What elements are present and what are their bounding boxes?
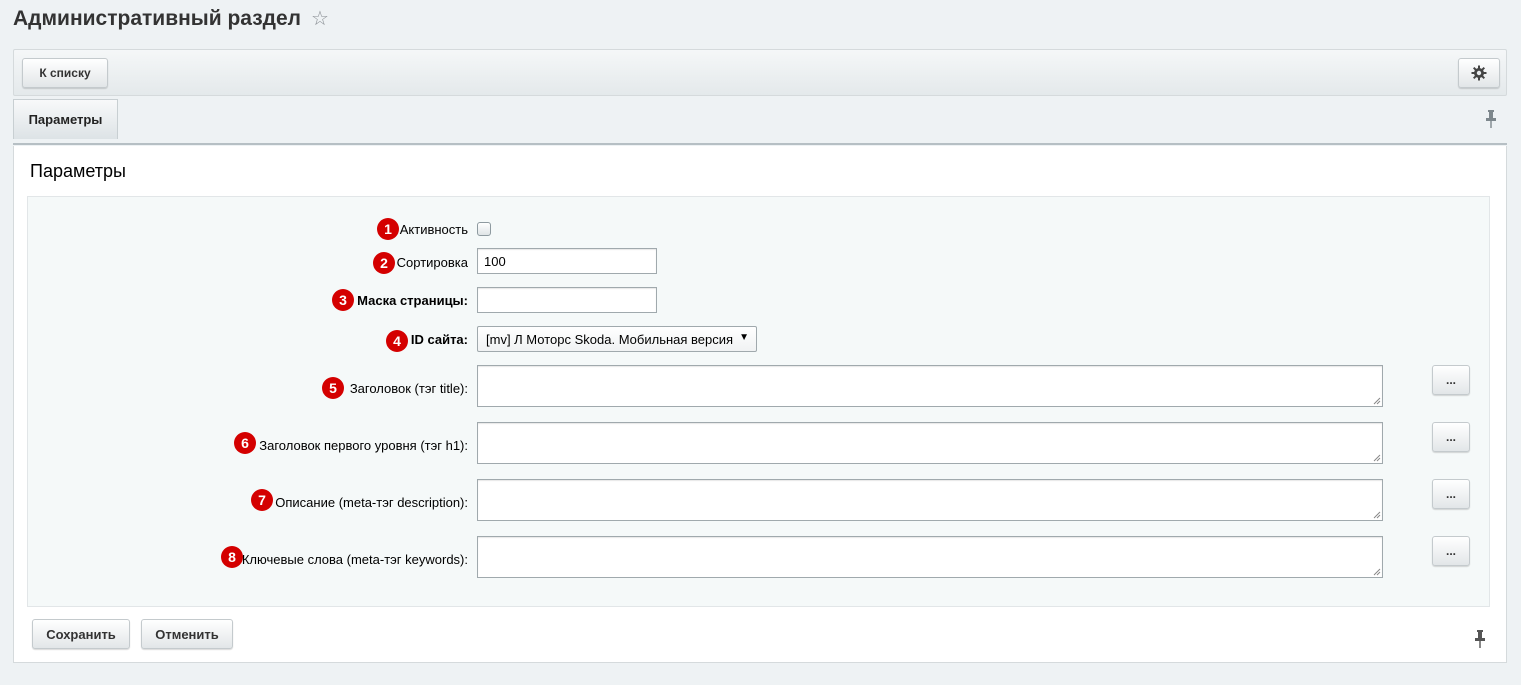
active-checkbox[interactable] bbox=[477, 222, 491, 236]
resize-grip-icon[interactable] bbox=[1373, 511, 1381, 519]
tab-bar: Параметры bbox=[13, 99, 1507, 145]
h1-tag-label: Заголовок первого уровня (тэг h1): bbox=[259, 438, 468, 453]
marker-1: 1 bbox=[377, 218, 399, 240]
marker-7: 7 bbox=[251, 489, 273, 511]
description-label: Описание (meta-тэг description): bbox=[275, 495, 468, 510]
gear-icon bbox=[1471, 65, 1487, 81]
parameters-panel: 1 Активность 2 Сортировка 100 3 Маска ст… bbox=[27, 196, 1490, 607]
sort-input[interactable]: 100 bbox=[477, 248, 657, 274]
page-mask-input[interactable] bbox=[477, 287, 657, 313]
h1-tag-more-button[interactable]: ... bbox=[1432, 422, 1470, 452]
resize-grip-icon[interactable] bbox=[1373, 454, 1381, 462]
pin-icon[interactable] bbox=[1485, 110, 1497, 128]
marker-2: 2 bbox=[373, 252, 395, 274]
sort-label: Сортировка bbox=[396, 255, 468, 270]
form-content: Параметры 1 Активность 2 Сортировка 100 … bbox=[13, 146, 1507, 663]
star-icon[interactable]: ☆ bbox=[311, 6, 329, 31]
dropdown-arrow-icon: ▼ bbox=[739, 332, 749, 343]
keywords-more-button[interactable]: ... bbox=[1432, 536, 1470, 566]
site-id-label: ID сайта: bbox=[410, 332, 468, 347]
title-tag-label: Заголовок (тэг title): bbox=[349, 381, 468, 396]
title-tag-more-button[interactable]: ... bbox=[1432, 365, 1470, 395]
toolbar: К списку bbox=[13, 49, 1507, 96]
page-title: Административный раздел ☆ bbox=[13, 6, 329, 31]
back-to-list-button[interactable]: К списку bbox=[22, 58, 108, 88]
page-title-text: Административный раздел bbox=[13, 6, 302, 30]
save-button[interactable]: Сохранить bbox=[32, 619, 130, 649]
marker-4: 4 bbox=[386, 330, 408, 352]
keywords-textarea[interactable] bbox=[477, 536, 1383, 578]
tab-parameters[interactable]: Параметры bbox=[13, 99, 118, 139]
description-textarea[interactable] bbox=[477, 479, 1383, 521]
resize-grip-icon[interactable] bbox=[1373, 568, 1381, 576]
marker-3: 3 bbox=[332, 289, 354, 311]
page-mask-label: Маска страницы: bbox=[357, 293, 468, 308]
marker-5: 5 bbox=[322, 377, 344, 399]
title-tag-textarea[interactable] bbox=[477, 365, 1383, 407]
h1-tag-textarea[interactable] bbox=[477, 422, 1383, 464]
settings-button[interactable] bbox=[1458, 58, 1500, 88]
section-title: Параметры bbox=[30, 161, 126, 181]
cancel-button[interactable]: Отменить bbox=[141, 619, 233, 649]
pin-icon[interactable] bbox=[1474, 630, 1486, 648]
site-id-select[interactable]: [mv] Л Моторс Skoda. Мобильная версия ▼ bbox=[477, 326, 757, 352]
active-label: Активность bbox=[399, 222, 468, 237]
marker-6: 6 bbox=[234, 432, 256, 454]
description-more-button[interactable]: ... bbox=[1432, 479, 1470, 509]
resize-grip-icon[interactable] bbox=[1373, 397, 1381, 405]
keywords-label: Ключевые слова (meta-тэг keywords): bbox=[241, 552, 468, 567]
marker-8: 8 bbox=[221, 546, 243, 568]
site-id-value: [mv] Л Моторс Skoda. Мобильная версия bbox=[486, 331, 734, 347]
